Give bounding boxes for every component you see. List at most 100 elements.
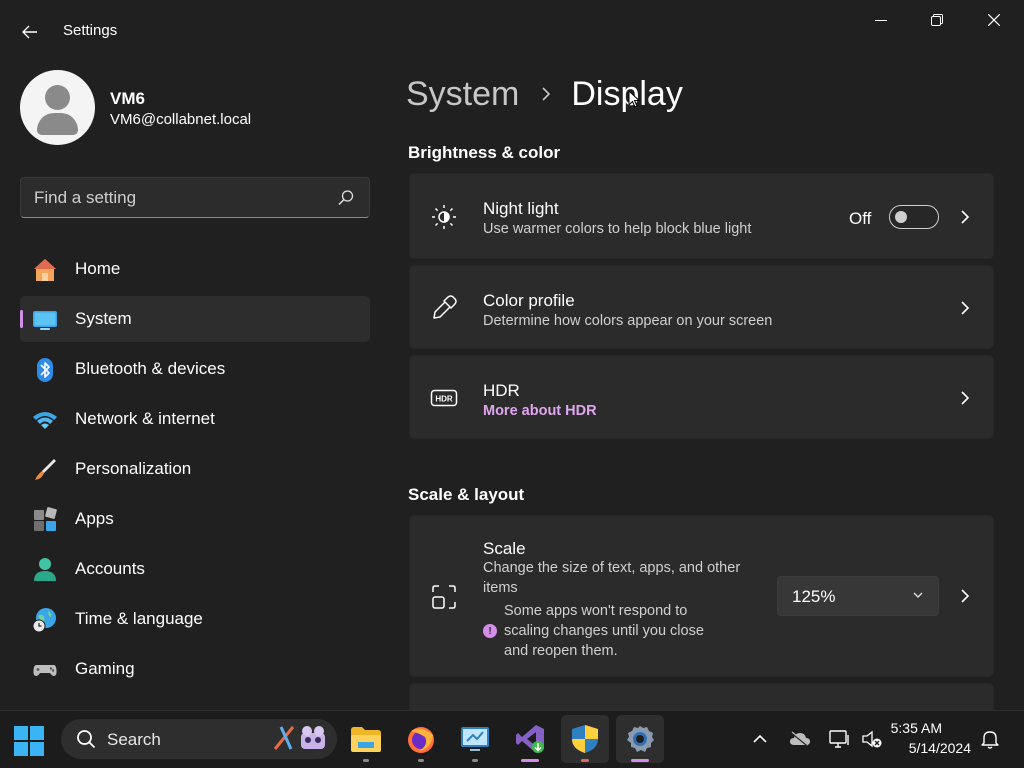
restore-button[interactable]	[914, 6, 960, 34]
section-title-scale-layout: Scale & layout	[408, 485, 525, 504]
color-profile-title: Color profile	[483, 291, 575, 310]
taskbar-visual-studio[interactable]	[506, 715, 554, 763]
sidebar-item-label: Network & internet	[75, 409, 215, 428]
taskbar-remote-desktop[interactable]	[451, 715, 499, 763]
find-setting-input[interactable]	[21, 178, 369, 217]
taskbar-search[interactable]: Search	[61, 719, 337, 759]
running-indicator	[521, 759, 539, 762]
sidebar-item-label: Bluetooth & devices	[75, 359, 226, 378]
clock-time[interactable]: 5:35 AM	[891, 720, 942, 736]
chevron-up-icon	[753, 734, 767, 743]
avatar[interactable]	[20, 70, 95, 145]
chevron-right-icon[interactable]	[959, 390, 971, 406]
scale-warning-line: Some apps won't respond to	[504, 603, 688, 619]
avatar-body-shape	[37, 113, 78, 135]
brightness-icon	[432, 205, 456, 229]
scale-warning: Some apps won't respond to scaling chang…	[504, 601, 754, 661]
taskbar-security[interactable]	[561, 715, 609, 763]
restore-icon	[931, 14, 943, 26]
running-indicator	[418, 759, 424, 762]
scale-title: Scale	[483, 539, 526, 558]
sidebar-item-label: Gaming	[75, 659, 135, 678]
hdr-card[interactable]: HDR HDR More about HDR	[409, 355, 994, 439]
running-indicator	[472, 759, 478, 762]
search-icon[interactable]	[337, 189, 355, 207]
sidebar-item-label: Home	[75, 259, 121, 278]
search-icon	[77, 730, 96, 749]
taskbar-file-explorer[interactable]	[342, 715, 390, 763]
network-monitor-icon	[829, 730, 849, 748]
system-icon	[33, 311, 57, 330]
user-email: VM6@collabnet.local	[110, 111, 252, 128]
more-about-hdr-link[interactable]: More about HDR	[483, 403, 597, 419]
sidebar-item-network[interactable]: Network & internet	[20, 396, 370, 442]
sidebar-item-accounts[interactable]: Accounts	[20, 546, 370, 592]
close-button[interactable]	[971, 6, 1017, 34]
user-name: VM6	[110, 89, 145, 108]
sidebar-item-personalization[interactable]: Personalization	[20, 446, 370, 492]
windows-start-icon[interactable]	[12, 724, 46, 758]
color-profile-subtitle: Determine how colors appear on your scre…	[483, 313, 773, 329]
chevron-right-icon[interactable]	[959, 588, 971, 604]
accounts-icon	[34, 558, 56, 581]
sidebar-item-label: Apps	[75, 509, 114, 528]
sidebar-item-home[interactable]: Home	[20, 246, 370, 292]
onedrive-tray[interactable]	[788, 727, 812, 751]
hdr-title: HDR	[483, 381, 520, 400]
sidebar-item-time-language[interactable]: Time & language	[20, 596, 370, 642]
avatar-head-shape	[45, 85, 70, 110]
search-highlight-icon	[273, 726, 325, 750]
eyedropper-icon	[433, 295, 457, 319]
network-tray[interactable]	[828, 727, 852, 751]
minimize-icon	[875, 20, 887, 21]
notifications-button[interactable]	[978, 727, 1002, 751]
scale-warning-line: scaling changes until you close	[504, 623, 704, 639]
sidebar-item-bluetooth[interactable]: Bluetooth & devices	[20, 346, 370, 392]
chevron-right-icon[interactable]	[959, 300, 971, 316]
sidebar-item-label: Personalization	[75, 459, 192, 478]
scale-subtitle-line2: items	[483, 580, 518, 596]
breadcrumb-parent[interactable]: System	[406, 75, 519, 114]
night-light-toggle[interactable]	[889, 205, 939, 229]
night-light-subtitle: Use warmer colors to help block blue lig…	[483, 221, 752, 237]
settings-gear-icon	[627, 726, 654, 752]
clock-date[interactable]: 5/14/2024	[909, 740, 971, 756]
remote-desktop-icon	[461, 727, 489, 751]
color-profile-card[interactable]: Color profile Determine how colors appea…	[409, 265, 994, 349]
show-hidden-icons-button[interactable]	[748, 727, 772, 751]
night-light-card[interactable]: Night light Use warmer colors to help bl…	[409, 173, 994, 259]
app-title: Settings	[63, 22, 118, 39]
night-light-title: Night light	[483, 199, 559, 218]
taskbar-search-label: Search	[107, 730, 161, 749]
sidebar-item-system[interactable]: System	[20, 296, 370, 342]
volume-tray[interactable]	[860, 727, 884, 751]
file-explorer-icon	[351, 727, 381, 752]
bell-icon	[981, 731, 999, 749]
chevron-down-icon	[913, 592, 923, 598]
section-title-brightness: Brightness & color	[408, 143, 561, 162]
running-indicator	[631, 759, 649, 762]
firefox-icon	[408, 727, 434, 753]
minimize-button[interactable]	[858, 6, 904, 34]
visual-studio-icon	[516, 725, 544, 753]
taskbar-firefox[interactable]	[397, 715, 445, 763]
scale-card[interactable]: Scale Change the size of text, apps, and…	[409, 515, 994, 677]
close-icon	[988, 14, 1000, 26]
scale-dropdown[interactable]: 125%	[777, 576, 939, 616]
globe-clock-icon	[32, 608, 56, 633]
gamepad-icon	[33, 665, 57, 676]
wifi-icon	[33, 412, 57, 429]
cloud-offline-icon	[790, 731, 810, 747]
sidebar-item-gaming[interactable]: Gaming	[20, 646, 370, 692]
taskbar-settings[interactable]	[616, 715, 664, 763]
back-button[interactable]	[14, 18, 46, 46]
breadcrumb: System Display	[406, 72, 683, 116]
bluetooth-icon	[37, 358, 53, 382]
chevron-right-icon[interactable]	[959, 209, 971, 225]
sidebar-item-label: Accounts	[75, 559, 145, 578]
brush-icon	[35, 459, 56, 480]
find-setting-box[interactable]	[20, 177, 370, 218]
volume-muted-icon	[862, 730, 882, 748]
sidebar-item-apps[interactable]: Apps	[20, 496, 370, 542]
taskbar: Search 5:35 AM 5/14/2024	[0, 710, 1024, 768]
